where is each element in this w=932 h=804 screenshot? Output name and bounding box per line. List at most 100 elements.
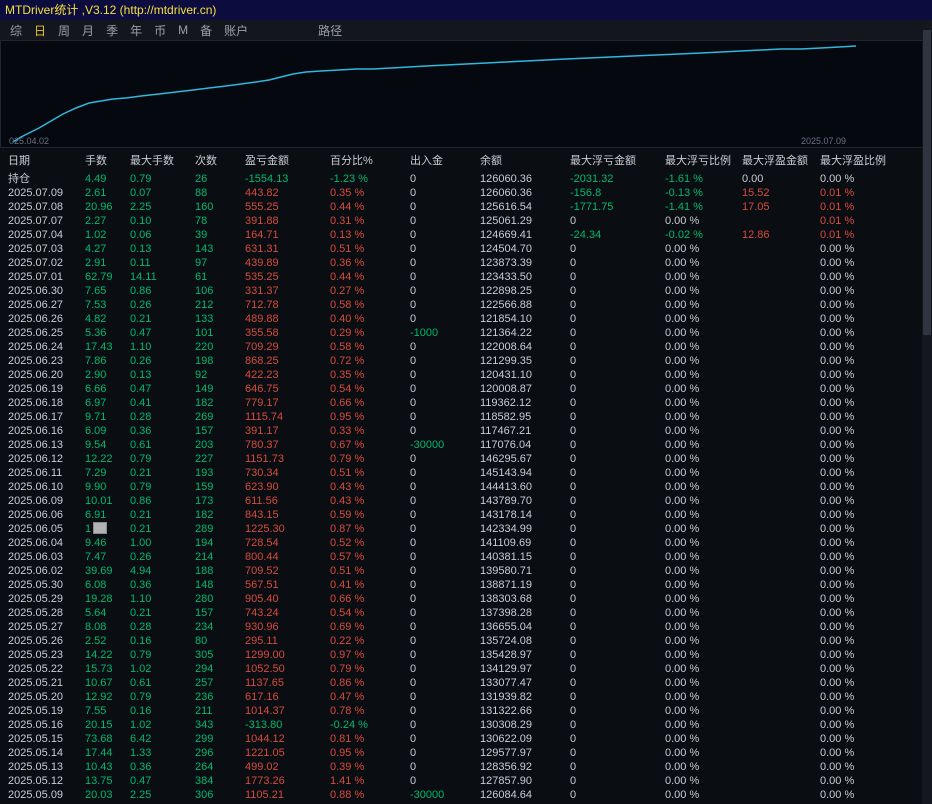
table-row[interactable]: 2025.05.22 15.73 1.02 294 1052.50 0.79 % 0 1341… [0,662,932,676]
table-row[interactable]: 2025.06.05 1 0.21 289 1225.30 0.87 % 0 142334.9… [0,522,932,536]
table-row[interactable]: 2025.05.16 20.15 1.02 343 -313.80 -0.24 % 0 130… [0,718,932,732]
table-row[interactable]: 2025.05.09 20.03 2.25 306 1105.21 0.88 % -3000… [0,788,932,802]
cell-pct: 0.44 % [330,201,365,213]
table-row[interactable]: 2025.06.02 39.69 4.94 188 709.52 0.51 % 0 13958… [0,564,932,578]
menu-item-m[interactable]: M [178,23,188,37]
cell-date: 2025.05.14 [8,747,64,759]
cell-max-float-profit [742,368,820,382]
cell-pct: 0.58 % [330,341,365,353]
cell-cashflow: 0 [410,285,417,297]
cell-count: 264 [195,761,214,773]
cell-cashflow: 0 [410,677,417,689]
cell-max-float-profit [742,732,820,746]
table-row[interactable]: 2025.06.11 7.29 0.21 193 730.34 0.51 % 0 145143… [0,466,932,480]
table-row[interactable]: 2025.05.23 14.22 0.79 305 1299.00 0.97 % 0 1354… [0,648,932,662]
cell-max-float-profit [742,620,820,634]
cell-max-float-profit [742,410,820,424]
table-row[interactable]: 2025.05.26 2.52 0.16 80 295.11 0.22 % 0 135724.… [0,634,932,648]
cell-max-float-loss: 0 [570,789,577,801]
table-row[interactable]: 2025.07.04 1.02 0.06 39 164.71 0.13 % 0 124669.… [0,228,932,242]
table-row[interactable]: 2025.05.20 12.92 0.79 236 617.16 0.47 % 0 13193… [0,690,932,704]
table-row[interactable]: 2025.05.19 7.55 0.16 211 1014.37 0.78 % 0 13132… [0,704,932,718]
menu-item-yearly[interactable]: 年 [130,22,142,39]
table-row[interactable]: 2025.06.17 9.71 0.28 269 1115.74 0.95 % 0 11858… [0,410,932,424]
table-row[interactable]: 2025.06.10 9.90 0.79 159 623.90 0.43 % 0 144413… [0,480,932,494]
menu-item-currency[interactable]: 币 [154,22,166,39]
table-row[interactable]: 2025.06.27 7.53 0.26 212 712.78 0.58 % 0 122566… [0,298,932,312]
menu-item-daily[interactable]: 日 [34,22,46,39]
cell-count: 106 [195,285,214,297]
cell-date: 2025.05.16 [8,719,64,731]
table-row[interactable]: 2025.06.06 6.91 0.21 182 843.15 0.59 % 0 143178… [0,508,932,522]
cell-max-lots: 0.07 [130,187,152,199]
table-row[interactable]: 2025.06.30 7.65 0.86 106 331.37 0.27 % 0 122898… [0,284,932,298]
table-row[interactable]: 2025.06.19 6.66 0.47 149 646.75 0.54 % 0 120008… [0,382,932,396]
cell-max-float-loss: 0 [570,481,577,493]
table-row[interactable]: 2025.06.18 6.97 0.41 182 779.17 0.66 % 0 119362… [0,396,932,410]
table-row[interactable]: 2025.07.03 4.27 0.13 143 631.31 0.51 % 0 124504… [0,242,932,256]
cell-max-float-loss: 0 [570,565,577,577]
table-row[interactable]: 2025.06.03 7.47 0.26 214 800.44 0.57 % 0 140381… [0,550,932,564]
cell-max-float-profit [742,676,820,690]
cell-pct: 0.54 % [330,607,365,619]
cell-cashflow: 0 [410,565,417,577]
cell-pct: 0.67 % [330,439,365,451]
cell-max-float-profit-pct: 0.00 % [820,635,855,647]
cell-max-float-loss: 0 [570,453,577,465]
table-row[interactable]: 2025.05.13 10.43 0.36 264 499.02 0.39 % 0 12835… [0,760,932,774]
cell-pnl: 355.58 [245,327,279,339]
cell-count: 182 [195,397,214,409]
cell-lots: 10.67 [85,677,113,689]
table-row[interactable]: 2025.06.16 6.09 0.36 157 391.17 0.33 % 0 117467… [0,424,932,438]
cell-max-lots: 0.11 [130,257,151,269]
cell-pct: 0.69 % [330,621,365,633]
table-row[interactable]: 2025.06.24 17.43 1.10 220 709.29 0.58 % 0 12200… [0,340,932,354]
table-row[interactable]: 持仓 4.49 0.79 26 -1554.13 -1.23 % 0 126060.36 -20… [0,172,932,186]
cell-pnl: 439.89 [245,257,279,269]
table-row[interactable]: 2025.05.21 10.67 0.61 257 1137.65 0.86 % 0 1330… [0,676,932,690]
table-row[interactable]: 2025.05.30 6.08 0.36 148 567.51 0.41 % 0 138871… [0,578,932,592]
cell-pnl: 1151.73 [245,453,284,465]
vertical-scrollbar[interactable] [922,20,932,804]
cell-lots: 10.01 [85,495,113,507]
cell-max-float-loss: 0 [570,425,577,437]
table-row[interactable]: 2025.06.04 9.46 1.00 194 728.54 0.52 % 0 141109… [0,536,932,550]
table-row[interactable]: 2025.06.13 9.54 0.61 203 780.37 0.67 % -30000 1… [0,438,932,452]
cell-pct: 0.36 % [330,257,365,269]
menu-item-monthly[interactable]: 月 [82,22,94,39]
cell-max-float-profit-pct: 0.00 % [820,747,855,759]
cell-lots: 8.08 [85,621,107,633]
menu-item-account[interactable]: 账户 [224,22,248,39]
table-row[interactable]: 2025.05.14 17.44 1.33 296 1221.05 0.95 % 0 1295… [0,746,932,760]
table-row[interactable]: 2025.05.27 8.08 0.28 234 930.96 0.69 % 0 136655… [0,620,932,634]
menu-item-path[interactable]: 路径 [318,22,342,39]
scrollbar-thumb[interactable] [923,30,931,335]
menu-item-memo[interactable]: 备 [200,22,212,39]
cell-balance: 135724.08 [480,635,532,647]
table-row[interactable]: 2025.07.01 62.79 14.11 61 535.25 0.44 % 0 12343… [0,270,932,284]
table-row[interactable]: 2025.05.28 5.64 0.21 157 743.24 0.54 % 0 137398… [0,606,932,620]
cell-cashflow: 0 [410,649,417,661]
cell-balance: 131939.82 [480,691,532,703]
table-row[interactable]: 2025.06.20 2.90 0.13 92 422.23 0.35 % 0 120431.… [0,368,932,382]
table-row[interactable]: 2025.06.23 7.86 0.26 198 868.25 0.72 % 0 121299… [0,354,932,368]
table-row[interactable]: 2025.05.29 19.28 1.10 280 905.40 0.66 % 0 13830… [0,592,932,606]
table-row[interactable]: 2025.07.07 2.27 0.10 78 391.88 0.31 % 0 125061.… [0,214,932,228]
table-row[interactable]: 2025.06.12 12.22 0.79 227 1151.73 0.79 % 0 1462… [0,452,932,466]
table-row[interactable]: 2025.06.25 5.36 0.47 101 355.58 0.29 % -1000 12… [0,326,932,340]
cell-pct: 0.66 % [330,397,365,409]
cell-cashflow: -30000 [410,789,445,801]
menu-item-summary[interactable]: 综 [10,22,22,39]
table-row[interactable]: 2025.07.09 2.61 0.07 88 443.82 0.35 % 0 126060.… [0,186,932,200]
table-row[interactable]: 2025.05.12 13.75 0.47 384 1773.26 1.41 % 0 1278… [0,774,932,788]
table-row[interactable]: 2025.05.15 73.68 6.42 299 1044.12 0.81 % 0 1306… [0,732,932,746]
menu-item-quarterly[interactable]: 季 [106,22,118,39]
table-row[interactable]: 2025.06.09 10.01 0.86 173 611.56 0.43 % 0 14378… [0,494,932,508]
cell-cashflow: 0 [410,775,417,787]
cell-max-float-profit-pct: 0.00 % [820,775,855,787]
table-row[interactable]: 2025.07.08 20.96 2.25 160 555.25 0.44 % 0 12561… [0,200,932,214]
table-row[interactable]: 2025.06.26 4.82 0.21 133 489.88 0.40 % 0 121854… [0,312,932,326]
title-bar[interactable]: MTDriver统计 ,V3.12 (http://mtdriver.cn) [0,0,932,20]
menu-item-weekly[interactable]: 周 [58,22,70,39]
table-row[interactable]: 2025.07.02 2.91 0.11 97 439.89 0.36 % 0 123873.… [0,256,932,270]
